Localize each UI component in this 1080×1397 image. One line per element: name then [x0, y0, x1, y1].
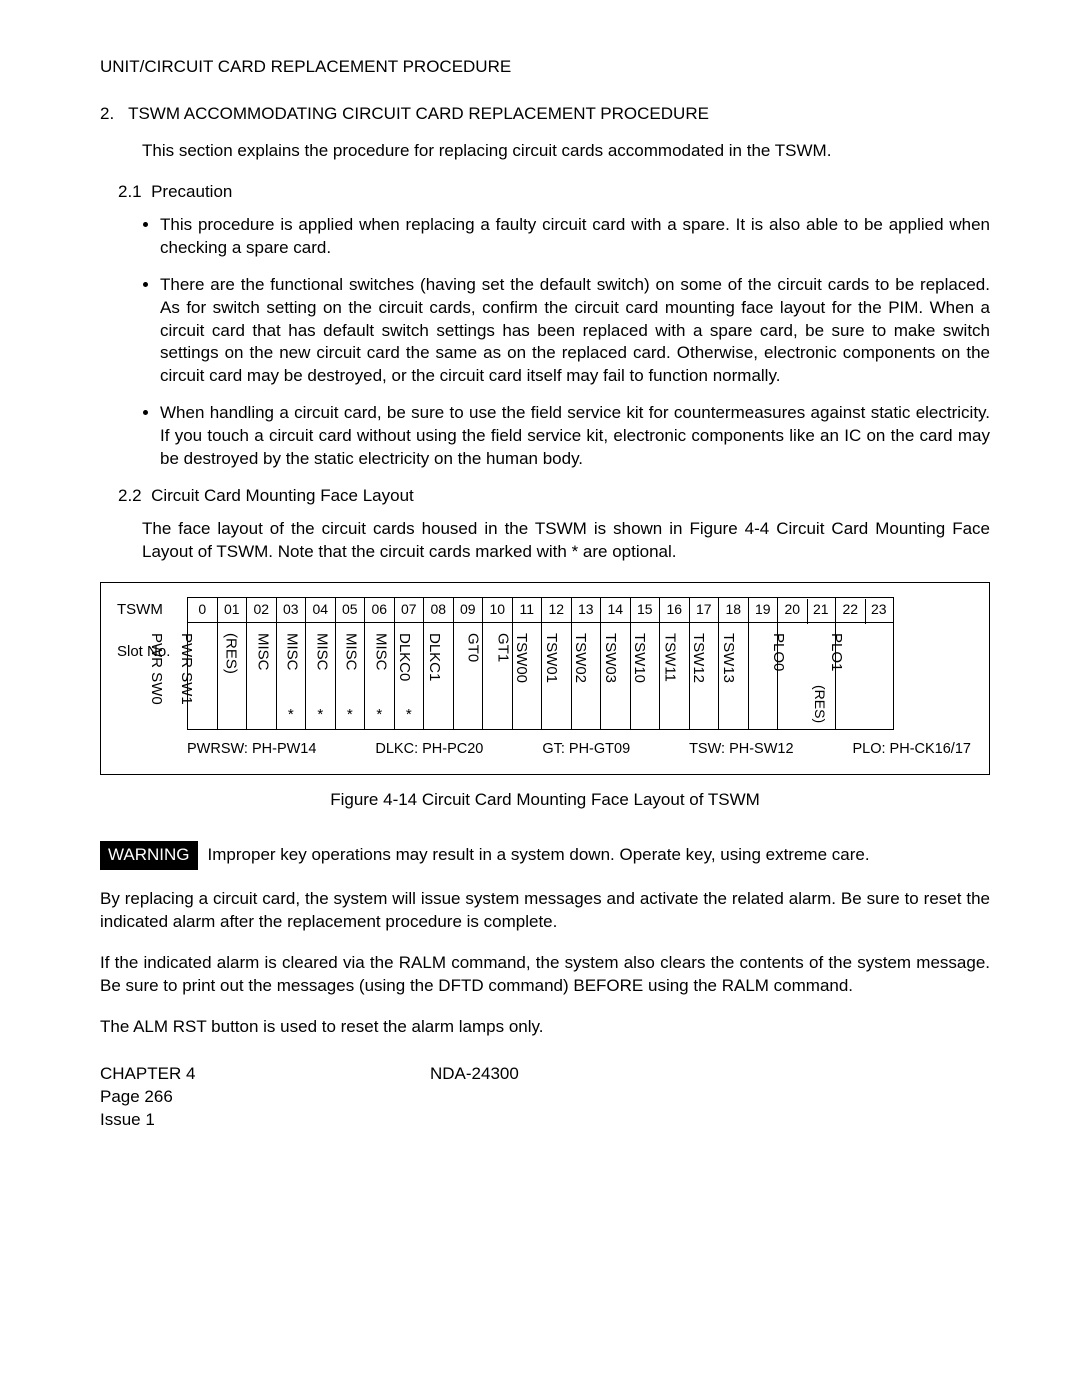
bottom-label: GT: PH-GT09 [542, 740, 630, 760]
optional-star: * [376, 705, 382, 725]
slot-card-label: TSW03 [599, 633, 619, 683]
bottom-label: PLO: PH-CK16/17 [852, 740, 970, 760]
slot-card-label: MISC [311, 633, 331, 671]
slot-card-label: MISC [281, 633, 301, 671]
optional-star: * [288, 705, 294, 725]
precaution-item: When handling a circuit card, be sure to… [160, 402, 990, 471]
footer-chapter: CHAPTER 4 [100, 1063, 430, 1086]
slot-res-label: (RES) [810, 685, 829, 723]
precaution-item: There are the functional switches (havin… [160, 274, 990, 389]
slot-number: 21 [807, 600, 836, 619]
slot-card-label: PLO1 [825, 633, 845, 671]
footer-issue: Issue 1 [100, 1109, 430, 1132]
slot-card-label: PLO0 [767, 633, 787, 671]
subsection-text: The face layout of the circuit cards hou… [142, 518, 990, 564]
bottom-label: DLKC: PH-PC20 [375, 740, 483, 760]
slot-body: PLO1(RES) [836, 623, 893, 729]
warning-badge: WARNING [100, 841, 198, 870]
slot-number: 19 [749, 598, 778, 623]
figure-caption: Figure 4-14 Circuit Card Mounting Face L… [100, 789, 990, 812]
slot-column: 09DLKC1 [454, 597, 484, 730]
slot-number: 01 [218, 598, 247, 623]
slot-card-label: TSW11 [659, 633, 679, 682]
slot-number: 23 [865, 600, 894, 619]
slot-number: 12 [542, 598, 571, 623]
slot-number: 14 [601, 598, 630, 623]
figure-box: TSWM Slot No. 0PWR SW001PWR SW102(RES)03… [100, 582, 990, 775]
slot-card-label: MISC [252, 633, 272, 671]
slot-number: 06 [365, 598, 394, 623]
slot-column-wide: 2223 PLO1(RES) [836, 597, 894, 730]
optional-star: * [347, 705, 353, 725]
body-paragraph: By replacing a circuit card, the system … [100, 888, 990, 934]
subsection-2-2: 2.2 Circuit Card Mounting Face Layout [118, 485, 990, 508]
slot-card-label: TSW00 [511, 633, 531, 683]
slot-card-label: TSW12 [688, 633, 708, 683]
warning-row: WARNING Improper key operations may resu… [100, 841, 990, 870]
section-heading: TSWM ACCOMMODATING CIRCUIT CARD REPLACEM… [128, 104, 709, 123]
slot-card-label: TSW13 [717, 633, 737, 683]
slot-number: 15 [631, 598, 660, 623]
body-paragraph: If the indicated alarm is cleared via th… [100, 952, 990, 998]
slot-number: 0 [188, 598, 217, 623]
slot-card-label: MISC [340, 633, 360, 671]
slot-card-label: MISC [370, 633, 390, 671]
page-footer: CHAPTER 4 Page 266 Issue 1 NDA-24300 [100, 1063, 990, 1132]
slot-card-label: PWR SW1 [176, 633, 196, 705]
tswm-label: TSWM [117, 601, 187, 619]
slot-number: 18 [719, 598, 748, 623]
subsection-2-1: 2.1 Precaution [118, 181, 990, 204]
slot-card-label: (RES) [221, 633, 241, 674]
slot-number: 02 [247, 598, 276, 623]
slot-number: 17 [690, 598, 719, 623]
precaution-list: This procedure is applied when replacing… [160, 214, 990, 471]
slot-number: 20 [778, 600, 807, 619]
subsection-heading: Circuit Card Mounting Face Layout [151, 486, 414, 505]
slot-number: 11 [513, 598, 542, 623]
slot-card-label: TSW02 [570, 633, 590, 683]
subsection-number: 2.2 [118, 486, 142, 505]
slot-card-label: DLKC1 [423, 633, 443, 681]
page: UNIT/CIRCUIT CARD REPLACEMENT PROCEDURE … [0, 0, 1080, 1192]
optional-star: * [406, 705, 412, 725]
figure-bottom-labels: PWRSW: PH-PW14 DLKC: PH-PC20 GT: PH-GT09… [117, 740, 973, 760]
footer-docnum: NDA-24300 [430, 1063, 519, 1132]
section-title: 2. TSWM ACCOMMODATING CIRCUIT CARD REPLA… [100, 103, 990, 126]
bottom-label: TSW: PH-SW12 [689, 740, 793, 760]
slot-number: 03 [277, 598, 306, 623]
slot-number: 10 [483, 598, 512, 623]
slot-number: 16 [660, 598, 689, 623]
slot-grid: 0PWR SW001PWR SW102(RES)03MISC*04MISC*05… [187, 597, 894, 730]
slot-card-label: TSW01 [540, 633, 560, 683]
slot-number: 04 [306, 598, 335, 623]
slot-column: 10GT0 [483, 597, 513, 730]
slot-number: 13 [572, 598, 601, 623]
optional-star: * [317, 705, 323, 725]
section-number: 2. [100, 104, 114, 123]
slot-number: 22 [836, 600, 865, 619]
section-intro: This section explains the procedure for … [142, 140, 990, 163]
slot-card-label: DLKC0 [394, 633, 414, 681]
slot-card-label: PWR SW0 [146, 633, 166, 705]
body-paragraph: The ALM RST button is used to reset the … [100, 1016, 990, 1039]
slot-card-label: TSW10 [629, 633, 649, 683]
slot-card-label: GT0 [462, 633, 482, 662]
subsection-heading: Precaution [151, 182, 232, 201]
slot-number: 08 [424, 598, 453, 623]
bottom-label: PWRSW: PH-PW14 [187, 740, 316, 760]
slot-number: 07 [395, 598, 424, 623]
warning-text: Improper key operations may result in a … [208, 844, 870, 867]
slot-card-label: GT1 [492, 633, 512, 662]
page-header: UNIT/CIRCUIT CARD REPLACEMENT PROCEDURE [100, 56, 990, 79]
subsection-number: 2.1 [118, 182, 142, 201]
footer-page: Page 266 [100, 1086, 430, 1109]
precaution-item: This procedure is applied when replacing… [160, 214, 990, 260]
slot-number: 09 [454, 598, 483, 623]
slot-number: 05 [336, 598, 365, 623]
